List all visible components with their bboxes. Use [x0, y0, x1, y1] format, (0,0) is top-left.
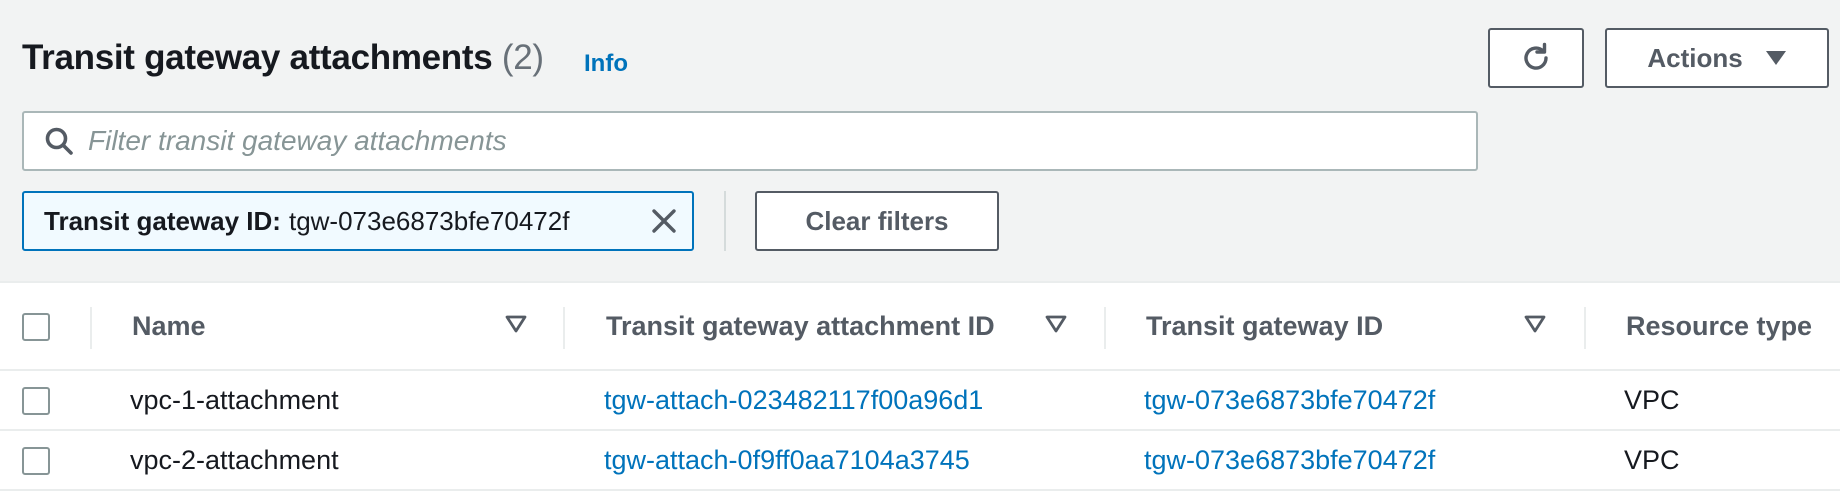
- column-header-tgw-id[interactable]: Transit gateway ID: [1146, 311, 1383, 342]
- search-input[interactable]: [88, 125, 1476, 157]
- row-checkbox[interactable]: [22, 387, 50, 415]
- actions-button[interactable]: Actions: [1605, 28, 1829, 88]
- filter-divider: [724, 191, 726, 251]
- column-header-attachment-id[interactable]: Transit gateway attachment ID: [606, 311, 995, 342]
- column-divider: [1104, 307, 1106, 349]
- refresh-icon: [1524, 42, 1548, 70]
- cell-name: vpc-1-attachment: [130, 385, 339, 415]
- remove-filter-button[interactable]: [650, 207, 678, 235]
- cell-name: vpc-2-attachment: [130, 445, 339, 475]
- cell-resource-type: VPC: [1624, 385, 1680, 415]
- page-title: Transit gateway attachments (2): [22, 38, 544, 78]
- column-header-name[interactable]: Name: [132, 311, 206, 342]
- info-link[interactable]: Info: [584, 50, 628, 78]
- filter-token-value: tgw-073e6873bfe70472f: [288, 205, 570, 236]
- refresh-button[interactable]: [1488, 28, 1584, 88]
- table-row[interactable]: vpc-2-attachment tgw-attach-0f9ff0aa7104…: [0, 431, 1840, 491]
- search-field: [22, 111, 1478, 171]
- caret-down-icon: [1765, 51, 1786, 65]
- table-header: Name Transit gateway attachment ID Trans…: [0, 283, 1840, 371]
- column-divider: [90, 307, 92, 349]
- cell-resource-type: VPC: [1624, 445, 1680, 475]
- filter-token: Transit gateway ID: tgw-073e6873bfe70472…: [22, 191, 694, 251]
- attachment-count: (2): [501, 38, 544, 77]
- filter-token-label: Transit gateway ID:: [44, 205, 281, 236]
- close-icon: [652, 209, 676, 233]
- column-header-resource-type[interactable]: Resource type: [1626, 311, 1812, 342]
- cell-tgw-id-link[interactable]: tgw-073e6873bfe70472f: [1144, 445, 1435, 476]
- actions-label: Actions: [1647, 42, 1743, 73]
- clear-filters-button[interactable]: Clear filters: [755, 191, 999, 251]
- cell-tgw-id-link[interactable]: tgw-073e6873bfe70472f: [1144, 385, 1435, 416]
- select-all-checkbox[interactable]: [22, 313, 50, 341]
- cell-attachment-id-link[interactable]: tgw-attach-0f9ff0aa7104a3745: [604, 445, 970, 476]
- page-title-text: Transit gateway attachments: [22, 38, 493, 77]
- attachments-table: Name Transit gateway attachment ID Trans…: [0, 281, 1840, 496]
- sort-caret-icon[interactable]: [1045, 315, 1067, 333]
- sort-caret-icon[interactable]: [1524, 315, 1546, 333]
- cell-attachment-id-link[interactable]: tgw-attach-023482117f00a96d1: [604, 385, 983, 416]
- table-row[interactable]: vpc-1-attachment tgw-attach-023482117f00…: [0, 371, 1840, 431]
- row-checkbox[interactable]: [22, 447, 50, 475]
- column-divider: [563, 307, 565, 349]
- clear-filters-label: Clear filters: [805, 205, 949, 236]
- search-icon: [45, 127, 73, 155]
- column-divider: [1584, 307, 1586, 349]
- sort-caret-icon[interactable]: [505, 315, 527, 333]
